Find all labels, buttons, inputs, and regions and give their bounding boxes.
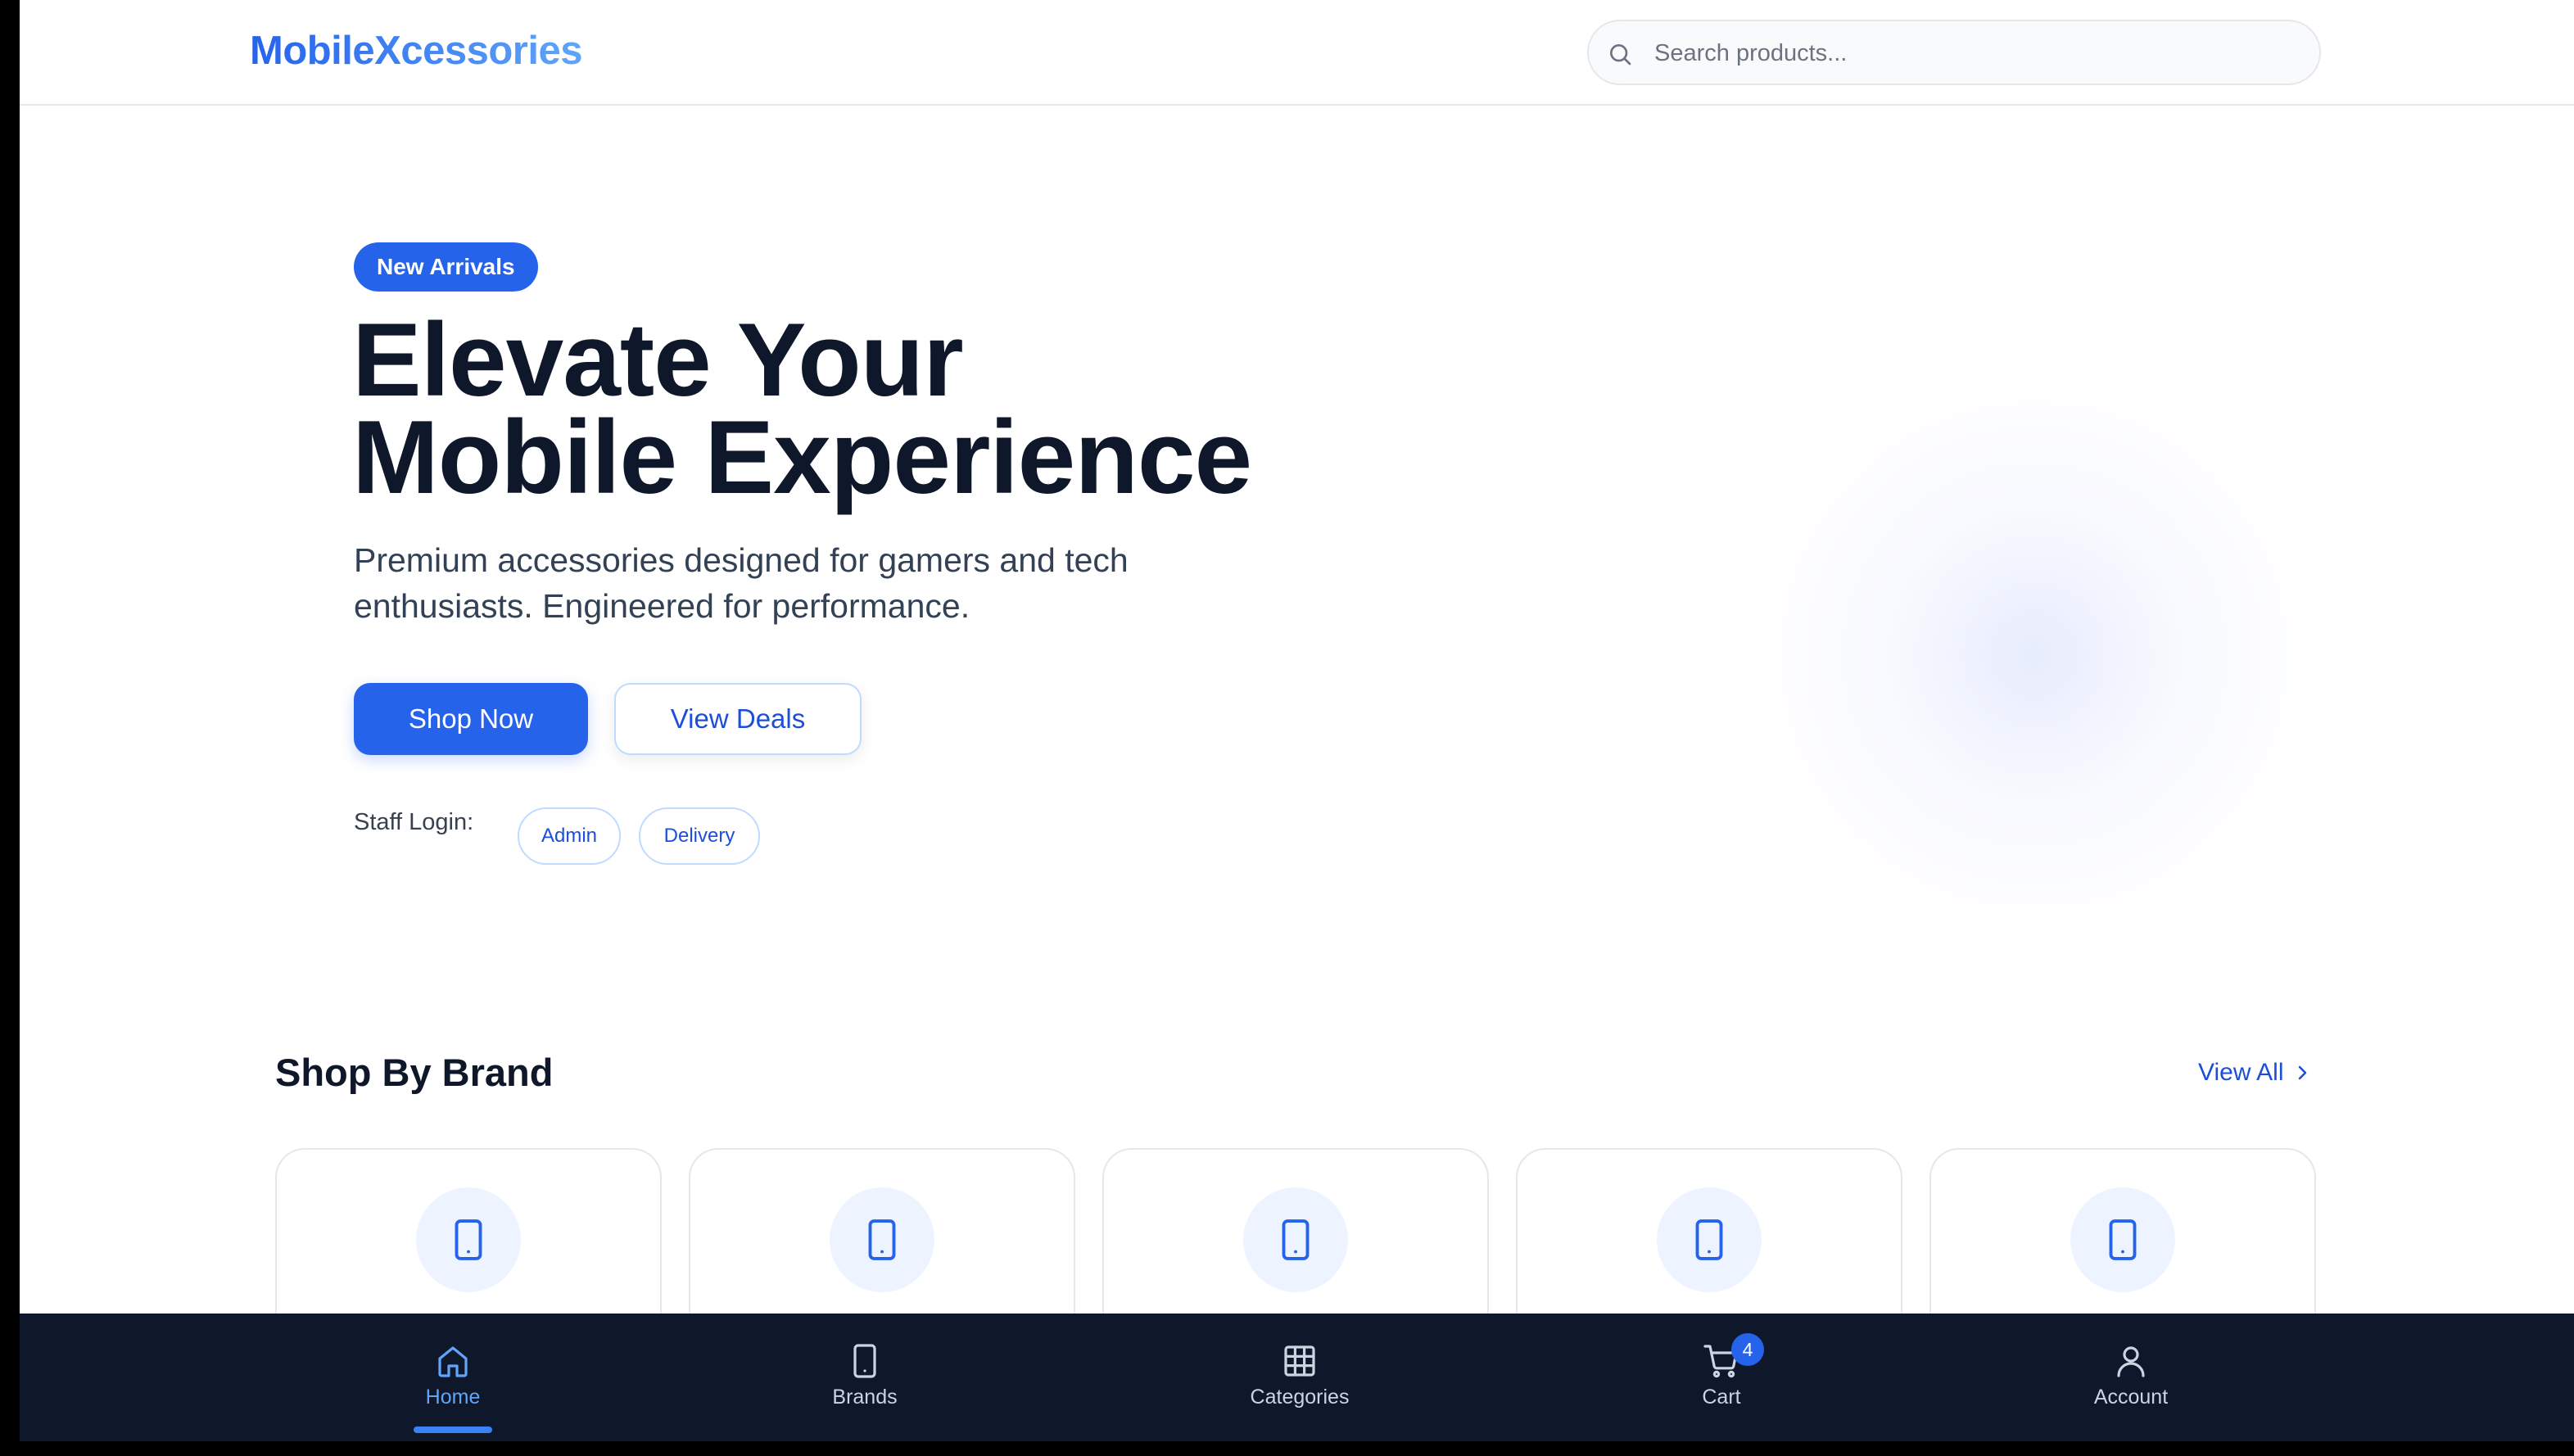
user-icon: [2117, 1346, 2145, 1377]
search-icon: [1610, 44, 1631, 66]
nav-brands-label: Brands: [832, 1386, 898, 1409]
hero-background-glow: [1739, 360, 2329, 950]
grid-icon: [1284, 1345, 1315, 1377]
brand-icon-circle: [2070, 1187, 2175, 1292]
nav-account-label: Account: [2093, 1386, 2169, 1409]
view-deals-button[interactable]: View Deals: [614, 683, 862, 755]
smartphone-icon: [1695, 1219, 1723, 1260]
nav-home[interactable]: Home: [371, 1341, 535, 1409]
brand-icon-circle: [1243, 1187, 1348, 1292]
chevron-right-icon: [2298, 1065, 2306, 1080]
hero-subtitle-line-1: Premium accessories designed for gamers …: [354, 541, 1129, 579]
hero-title: Elevate Your Mobile Experience: [352, 301, 1417, 515]
nav-categories[interactable]: Categories: [1218, 1341, 1382, 1409]
search-input[interactable]: [1654, 33, 2293, 74]
delivery-login-button[interactable]: Delivery: [639, 807, 760, 865]
app-viewport: MobileXcessories New Arrivals Elevate Yo…: [20, 0, 2574, 1441]
site-logo[interactable]: MobileXcessories: [250, 28, 582, 74]
shop-now-button[interactable]: Shop Now: [354, 683, 588, 755]
active-tab-indicator: [414, 1427, 492, 1433]
hero-subtitle: Premium accessories designed for gamers …: [354, 537, 1255, 629]
new-arrivals-badge: New Arrivals: [354, 242, 538, 292]
nav-account[interactable]: Account: [2049, 1341, 2213, 1409]
smartphone-icon: [455, 1219, 482, 1260]
search-bar[interactable]: [1587, 20, 2321, 85]
hero-subtitle-line-2: enthusiasts. Engineered for performance.: [354, 587, 970, 625]
nav-brands[interactable]: Brands: [783, 1341, 947, 1409]
smartphone-icon: [853, 1344, 876, 1378]
home-icon: [438, 1346, 468, 1377]
shop-by-brand-title: Shop By Brand: [275, 1051, 554, 1094]
brand-icon-circle: [1657, 1187, 1762, 1292]
admin-login-button[interactable]: Admin: [518, 807, 621, 865]
staff-login-label: Staff Login:: [354, 809, 474, 835]
hero-title-line-2: Mobile Experience: [352, 399, 1252, 515]
brand-icon-circle: [416, 1187, 521, 1292]
brand-icon-circle: [830, 1187, 934, 1292]
hero-title-line-1: Elevate Your: [352, 301, 964, 418]
smartphone-icon: [1282, 1219, 1310, 1260]
nav-cart[interactable]: 4 Cart: [1640, 1333, 1803, 1409]
nav-home-label: Home: [425, 1386, 481, 1409]
view-all-label: View All: [2198, 1059, 2284, 1086]
smartphone-icon: [868, 1219, 896, 1260]
nav-cart-label: Cart: [1702, 1386, 1741, 1409]
bottom-navigation: Home Brands Categories 4 Cart Account: [20, 1314, 2574, 1441]
top-header: MobileXcessories: [20, 0, 2574, 106]
smartphone-icon: [2109, 1219, 2137, 1260]
cart-count-badge: 4: [1731, 1333, 1764, 1366]
nav-categories-label: Categories: [1250, 1386, 1350, 1409]
view-all-brands-link[interactable]: View All: [2198, 1059, 2312, 1087]
